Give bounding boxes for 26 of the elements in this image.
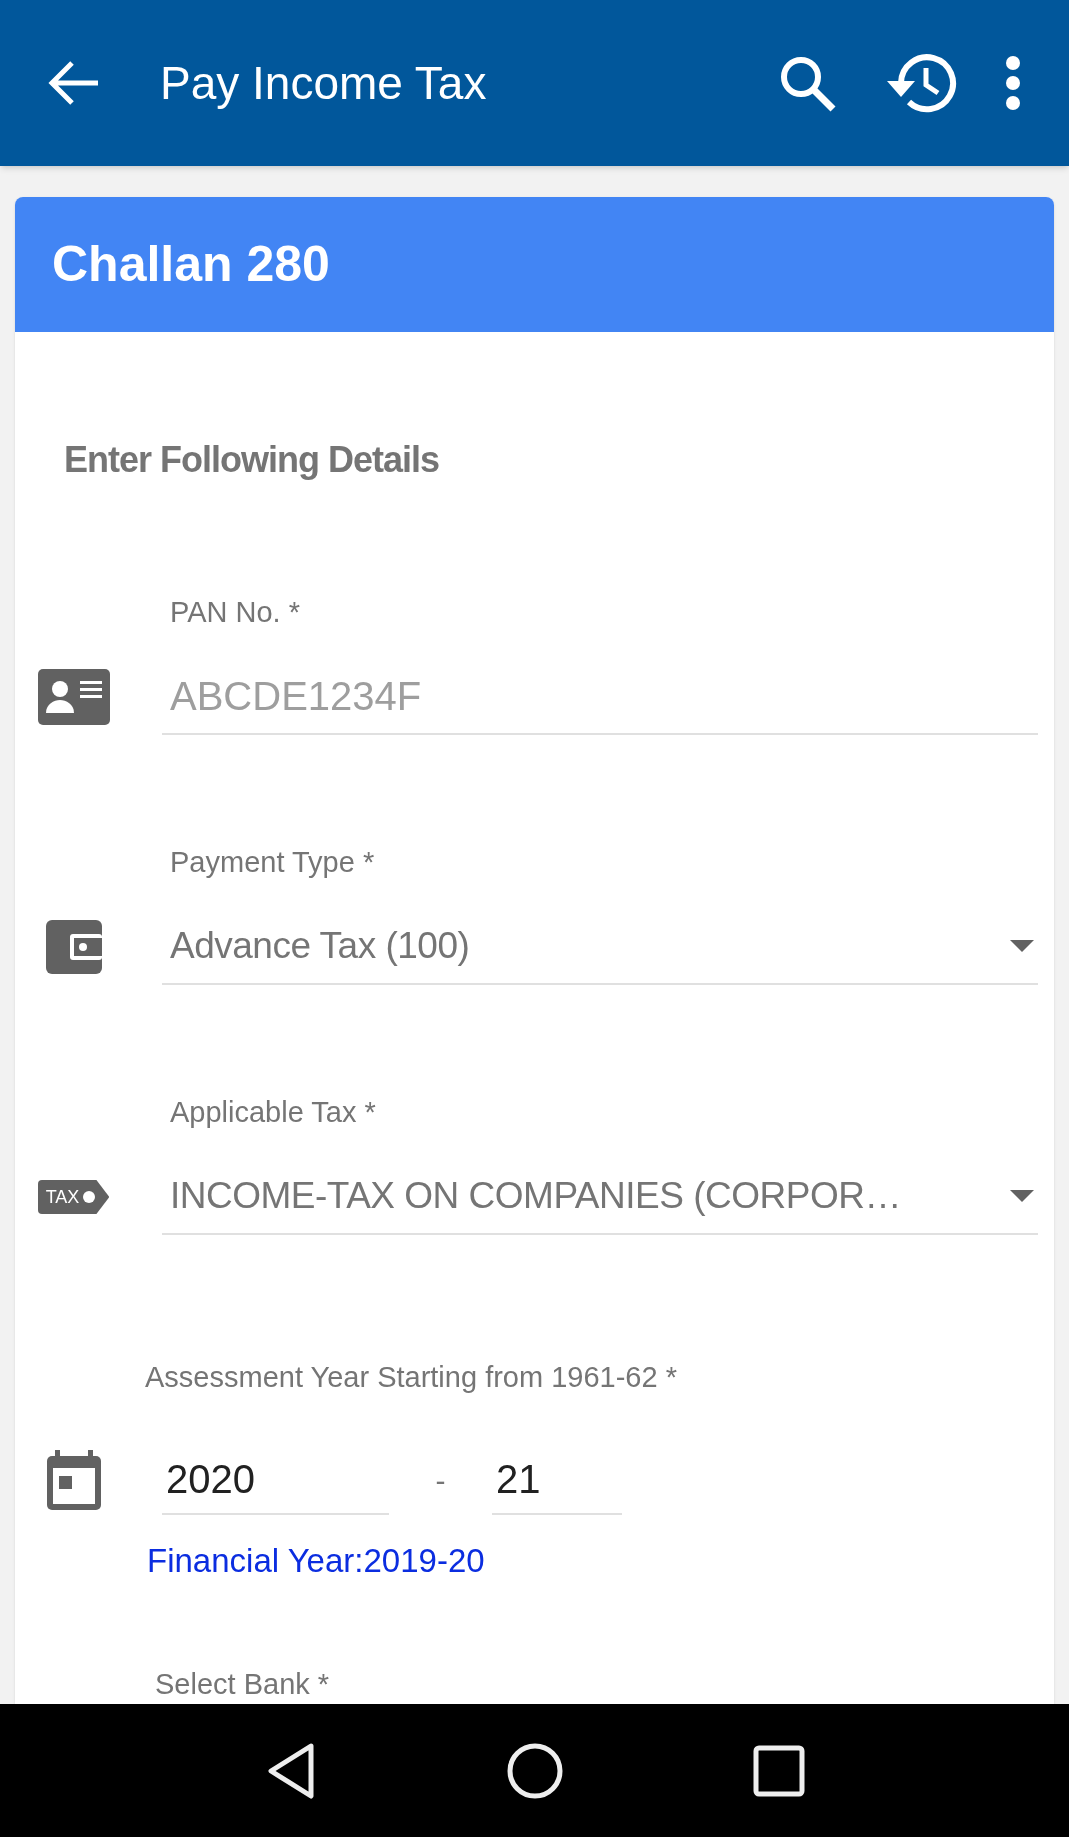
more-options-icon[interactable] [1005, 56, 1021, 110]
card-title: Challan 280 [52, 235, 330, 294]
calendar-icon [46, 1450, 101, 1510]
section-heading: Enter Following Details [64, 442, 441, 478]
field-label: Applicable Tax * [170, 1098, 377, 1127]
history-icon[interactable] [885, 52, 957, 114]
back-arrow-icon[interactable] [48, 60, 100, 106]
year-start-input[interactable]: 2020 [162, 1445, 389, 1515]
tax-tag-icon: TAX [37, 1180, 110, 1214]
id-card-icon [37, 669, 110, 725]
pan-input[interactable]: ABCDE1234F [162, 659, 1038, 735]
dropdown-caret-icon [1010, 940, 1034, 952]
field-label: Assessment Year Starting from 1961-62 * [145, 1363, 678, 1392]
dropdown-field[interactable]: Advance Tax (100) [162, 909, 1038, 985]
field-label: Payment Type * [170, 848, 376, 877]
dropdown-caret-icon [1010, 1190, 1034, 1202]
dropdown-field[interactable]: INCOME-TAX ON COMPANIES (CORPOR… [162, 1159, 1038, 1235]
year-end-input[interactable]: 21 [492, 1445, 622, 1515]
year-separator: - [434, 1462, 447, 1499]
financial-year-note: Financial Year:2019-20 [147, 1541, 486, 1581]
home-nav-icon[interactable] [505, 1741, 564, 1800]
screen-title: Pay Income Tax [160, 55, 487, 111]
wallet-icon [45, 920, 102, 974]
recents-nav-icon[interactable] [752, 1744, 805, 1797]
field-label: Select Bank * [155, 1669, 331, 1699]
field-label: PAN No. * [170, 598, 301, 627]
